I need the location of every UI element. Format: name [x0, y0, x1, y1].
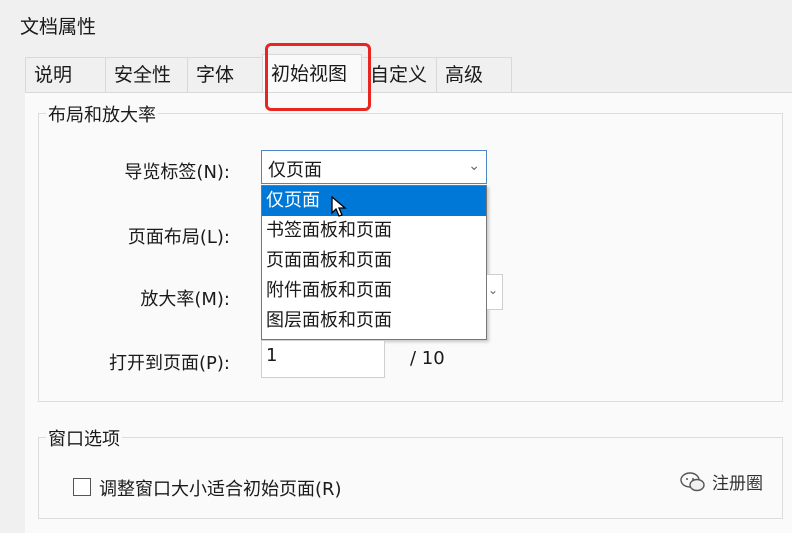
chevron-down-icon: ⌄: [488, 283, 499, 297]
dropdown-option-page-only[interactable]: 仅页面: [262, 186, 486, 216]
window-options-group-title: 窗口选项: [46, 425, 122, 451]
watermark: 注册圈: [680, 469, 763, 494]
nav-tab-select[interactable]: 仅页面 ⌄: [261, 150, 487, 184]
mouse-cursor-icon: [331, 196, 347, 217]
dropdown-option-bookmarks-page[interactable]: 书签面板和页面: [262, 216, 486, 246]
tab-fonts[interactable]: 字体: [187, 57, 263, 92]
chevron-down-icon[interactable]: ⌄: [468, 158, 480, 174]
nav-tab-label: 导览标签(N):: [124, 162, 230, 183]
page-layout-label: 页面布局(L):: [127, 227, 230, 248]
total-pages-text: / 10: [410, 348, 445, 369]
nav-tab-select-value: 仅页面: [268, 160, 322, 181]
resize-window-checkbox[interactable]: [73, 478, 91, 496]
tab-security[interactable]: 安全性: [105, 57, 188, 92]
tab-description[interactable]: 说明: [25, 57, 106, 92]
tab-advanced[interactable]: 高级: [436, 57, 512, 92]
dropdown-option-pages-page[interactable]: 页面面板和页面: [262, 246, 486, 276]
dialog-title: 文档属性: [20, 16, 97, 38]
wechat-icon: [680, 471, 705, 491]
zoom-select-edge[interactable]: ⌄: [487, 274, 503, 310]
watermark-text: 注册圈: [712, 474, 763, 494]
dropdown-option-attachments-page[interactable]: 附件面板和页面: [262, 276, 486, 306]
resize-window-checkbox-label[interactable]: 调整窗口大小适合初始页面(R): [99, 475, 342, 501]
open-to-page-label: 打开到页面(P):: [109, 353, 230, 374]
nav-tab-dropdown-list: 仅页面 书签面板和页面 页面面板和页面 附件面板和页面 图层面板和页面: [261, 185, 487, 340]
zoom-label: 放大率(M):: [140, 289, 230, 310]
tab-custom[interactable]: 自定义: [361, 57, 437, 92]
dropdown-option-layers-page[interactable]: 图层面板和页面: [262, 306, 486, 336]
highlight-annotation-box: [265, 43, 371, 111]
open-to-page-value: 1: [266, 345, 278, 366]
layout-group-title: 布局和放大率: [46, 101, 158, 127]
open-to-page-input[interactable]: 1: [261, 340, 385, 378]
